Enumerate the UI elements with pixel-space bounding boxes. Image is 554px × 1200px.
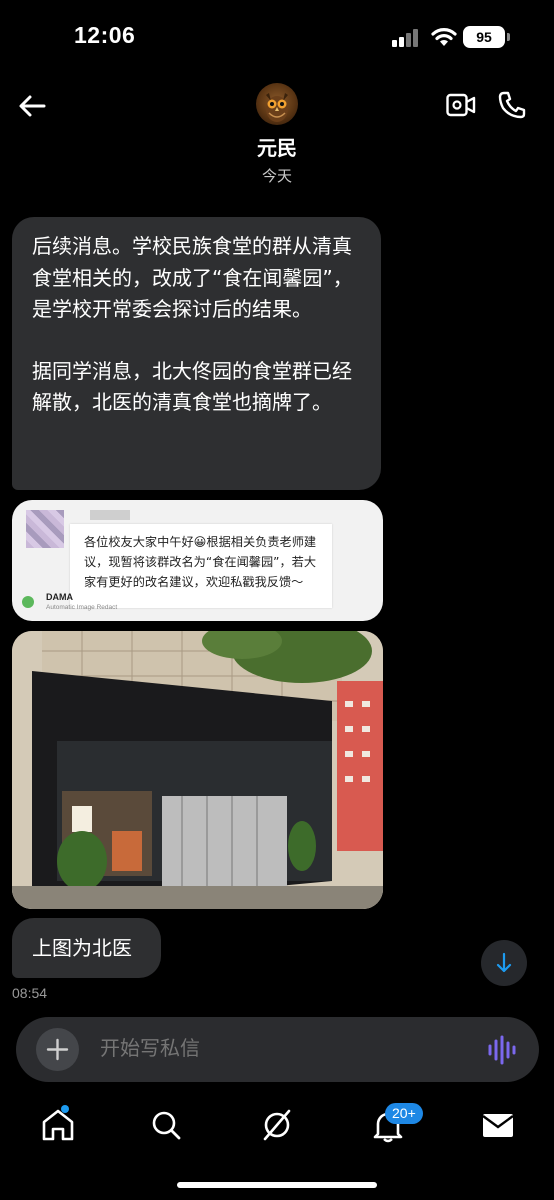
message-bubble[interactable]: 后续消息。学校民族食堂的群从清真食堂相关的，改成了“食在闻馨园”，是学校开常委会… [12,217,381,490]
search-icon[interactable] [146,1107,186,1143]
owl-avatar-icon [266,93,288,122]
grok-icon[interactable] [257,1107,297,1143]
message-timestamp: 08:54 [12,985,48,1001]
wifi-icon [431,28,457,46]
battery-indicator: 95 [463,26,505,48]
status-time: 12:06 [74,22,136,48]
conversation-header: 元民 今天 [0,70,554,196]
video-call-icon[interactable] [446,92,476,118]
contact-name[interactable]: 元民 [0,132,554,161]
message-text: 据同学消息，北大佟园的食堂群已经解散，北医的清真食堂也摘牌了。 [32,358,352,415]
message-bubble[interactable]: 上图为北医 [12,918,161,978]
notice-sender: DAMA [46,592,73,602]
back-arrow-icon[interactable] [16,90,48,122]
plus-icon [46,1038,69,1061]
home-indicator [177,1182,377,1188]
image-attachment[interactable]: 各位校友大家中午好😀根据相关负责老师建议，现暂将该群改名为“食在闻馨园”，若大家… [12,500,383,621]
message-text: 上图为北医 [32,936,132,960]
arrow-down-icon [496,952,512,973]
notice-text: 各位校友大家中午好😀根据相关负责老师建议，现暂将该群改名为“食在闻馨园”，若大家… [84,535,317,589]
voice-message-icon[interactable] [486,1035,520,1065]
redacted-name [90,510,130,520]
cellular-signal-icon [392,29,422,47]
notice-card: 各位校友大家中午好😀根据相关负责老师建议，现暂将该群改名为“食在闻馨园”，若大家… [70,524,332,608]
home-icon[interactable] [38,1107,78,1143]
status-bar: 12:06 95 [0,0,554,70]
mail-icon[interactable] [478,1107,518,1143]
notifications-badge: 20+ [385,1103,423,1124]
phone-call-icon[interactable] [497,90,527,120]
unread-dot [61,1105,69,1113]
battery-tip [507,33,510,41]
message-text: 后续消息。学校民族食堂的群从清真食堂相关的，改成了“食在闻馨园”，是学校开常委会… [32,234,353,321]
avatar[interactable] [256,83,298,125]
message-composer [16,1017,539,1082]
redacted-avatar [26,510,64,548]
storefront-photo-icon [12,631,383,909]
building-photo[interactable] [12,631,383,909]
scroll-to-bottom-button[interactable] [481,940,527,986]
green-dot-icon [22,596,34,608]
message-input[interactable] [100,1017,460,1082]
day-separator: 今天 [261,167,292,185]
add-attachment-button[interactable] [36,1028,79,1071]
notice-caption: Automatic Image Redact [46,604,118,611]
